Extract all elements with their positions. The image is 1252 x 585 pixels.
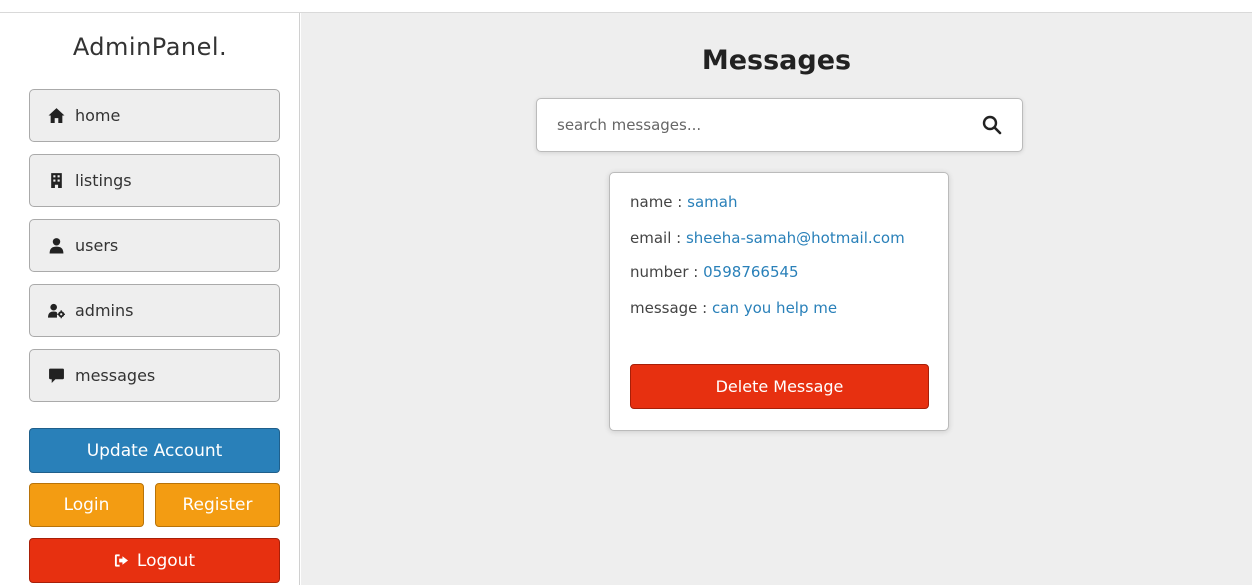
home-icon (48, 108, 65, 123)
login-button[interactable]: Login (29, 483, 144, 527)
update-account-button[interactable]: Update Account (29, 428, 280, 473)
logout-label: Logout (136, 550, 196, 571)
name-value: samah (687, 193, 738, 211)
email-value: sheeha-samah@hotmail.com (685, 229, 905, 247)
user-gear-icon (48, 303, 65, 319)
search-input[interactable] (557, 116, 982, 134)
main-content: Messages name : samah email : sheeha-sam… (301, 13, 1252, 585)
sidebar-item-label: users (75, 236, 119, 255)
search-box (536, 98, 1023, 152)
logout-button[interactable]: Logout (29, 538, 280, 583)
message-card: name : samah email : sheeha-samah@hotmai… (609, 172, 949, 431)
sidebar-item-label: messages (75, 366, 156, 385)
message-name-row: name : samah (630, 191, 928, 213)
number-label: number : (630, 263, 704, 281)
sidebar-item-users[interactable]: users (29, 219, 280, 272)
message-value: can you help me (712, 299, 838, 317)
message-text-row: message : can you help me (630, 297, 928, 319)
message-label: message : (630, 299, 713, 317)
sidebar: AdminPanel. home listings users admins m… (0, 13, 300, 585)
user-icon (49, 238, 64, 254)
message-number-row: number : 0598766545 (630, 261, 928, 283)
sidebar-item-home[interactable]: home (29, 89, 280, 142)
sidebar-item-label: listings (75, 171, 132, 190)
message-email-row: email : sheeha-samah@hotmail.com (630, 227, 928, 249)
sidebar-item-label: admins (75, 301, 134, 320)
delete-message-button[interactable]: Delete Message (630, 364, 929, 409)
email-label: email : (630, 229, 686, 247)
sidebar-item-admins[interactable]: admins (29, 284, 280, 337)
brand-logo: AdminPanel. (72, 33, 228, 61)
name-label: name : (630, 193, 688, 211)
building-icon (51, 173, 62, 188)
sidebar-item-messages[interactable]: messages (29, 349, 280, 402)
comment-icon (49, 368, 64, 383)
sidebar-item-label: home (75, 106, 121, 125)
search-icon[interactable] (982, 115, 1002, 135)
sidebar-item-listings[interactable]: listings (29, 154, 280, 207)
sign-out-icon (114, 554, 128, 567)
page-title: Messages (701, 45, 852, 76)
number-value: 0598766545 (703, 263, 799, 281)
register-button[interactable]: Register (155, 483, 280, 527)
